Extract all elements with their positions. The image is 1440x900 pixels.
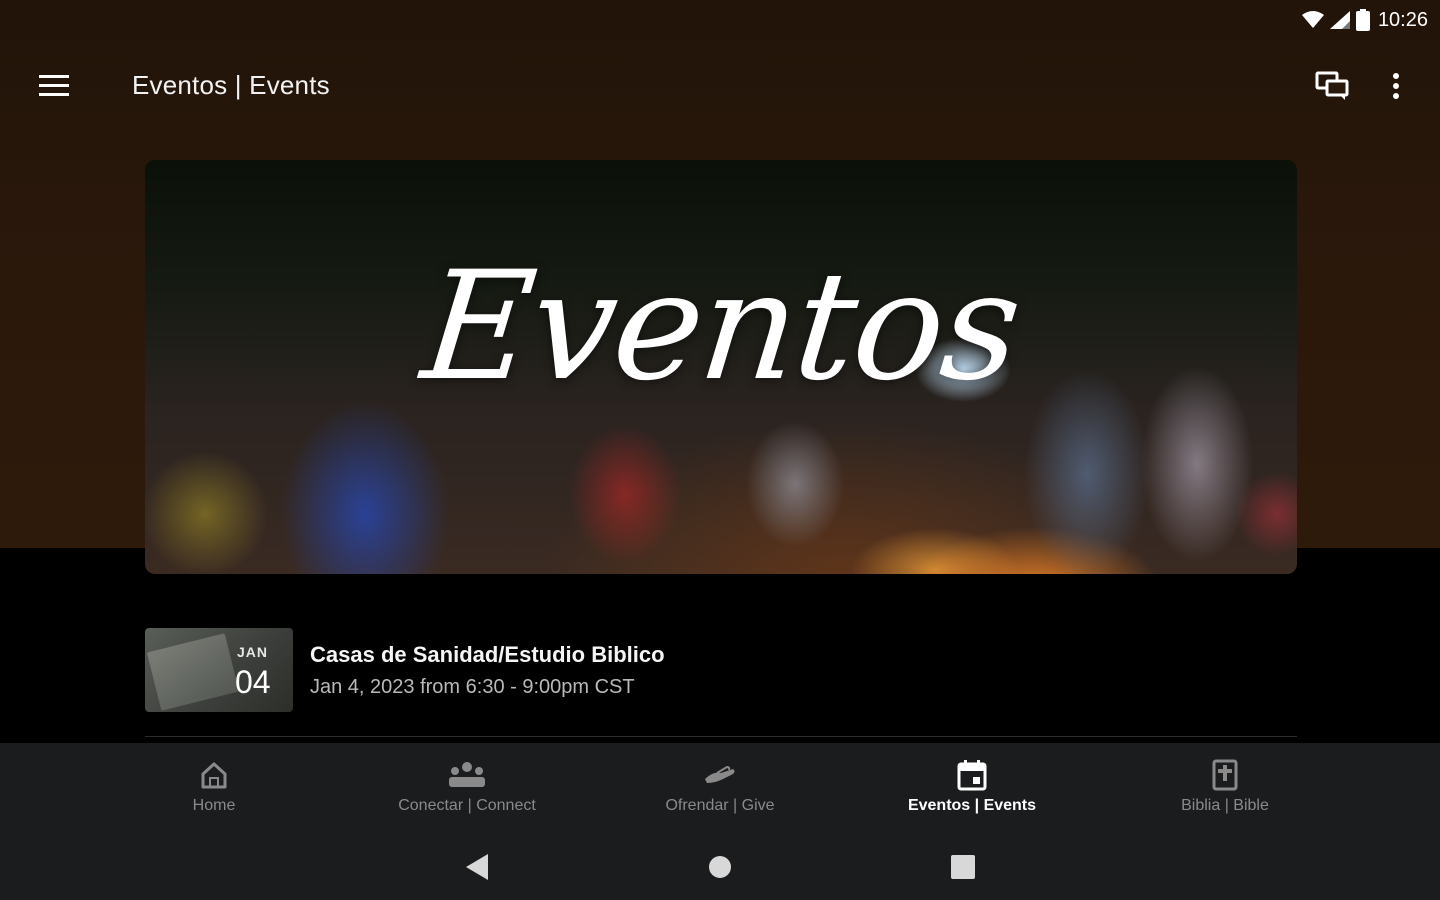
event-thumbnail: JAN 04 [145,628,293,712]
status-icons [1301,9,1370,31]
recents-button[interactable] [941,847,985,887]
event-text: Casas de Sanidad/Estudio Biblico Jan 4, … [310,642,665,699]
more-vert-icon [1393,73,1399,99]
back-button[interactable] [455,847,499,887]
battery-icon [1355,9,1370,31]
status-time: 10:26 [1377,8,1428,31]
people-icon [449,762,485,787]
bible-icon [1212,759,1238,791]
calendar-icon [957,760,987,791]
recents-square-icon [951,855,975,879]
nav-home[interactable]: Home [104,743,324,833]
nav-events[interactable]: Eventos | Events [862,743,1082,833]
system-navigation-bar [0,833,1440,900]
event-list-item[interactable]: JAN 04 Casas de Sanidad/Estudio Biblico … [145,628,1297,712]
event-title: Casas de Sanidad/Estudio Biblico [310,641,665,667]
bible-book-image [146,633,240,711]
give-hand-icon [705,765,735,783]
nav-label-connect: Conectar | Connect [398,797,536,814]
menu-button[interactable] [32,68,76,104]
back-triangle-icon [466,854,488,880]
hamburger-icon [39,75,69,96]
home-icon [201,762,227,789]
event-date: Jan 4, 2023 from 6:30 - 9:00pm CST [310,675,635,698]
app-bar: Eventos | Events [0,52,1440,120]
nav-give[interactable]: Ofrendar | Give [610,743,830,833]
list-divider [145,736,1297,737]
chat-button[interactable] [1308,64,1356,108]
page-title: Eventos | Events [132,70,330,100]
home-system-button[interactable] [698,847,742,887]
event-thumb-month: JAN [237,644,269,660]
status-bar: 10:26 [0,0,1440,40]
chat-icon [1315,71,1349,100]
nav-label-home: Home [192,797,236,814]
nav-connect[interactable]: Conectar | Connect [357,743,577,833]
overflow-menu-button[interactable] [1376,64,1416,108]
nav-label-give: Ofrendar | Give [665,797,775,814]
nav-label-bible: Biblia | Bible [1181,797,1269,814]
events-hero-banner: Eventos [145,160,1297,574]
wifi-icon [1301,11,1324,28]
nav-bible[interactable]: Biblia | Bible [1115,743,1335,833]
nav-label-events: Eventos | Events [907,797,1037,814]
signal-icon [1329,11,1350,29]
hero-script-text: Eventos [415,240,1027,414]
bottom-navigation: Home Conectar | Connect Ofrendar | Give [0,743,1440,833]
event-thumb-day: 04 [235,664,271,700]
home-circle-icon [709,856,731,878]
